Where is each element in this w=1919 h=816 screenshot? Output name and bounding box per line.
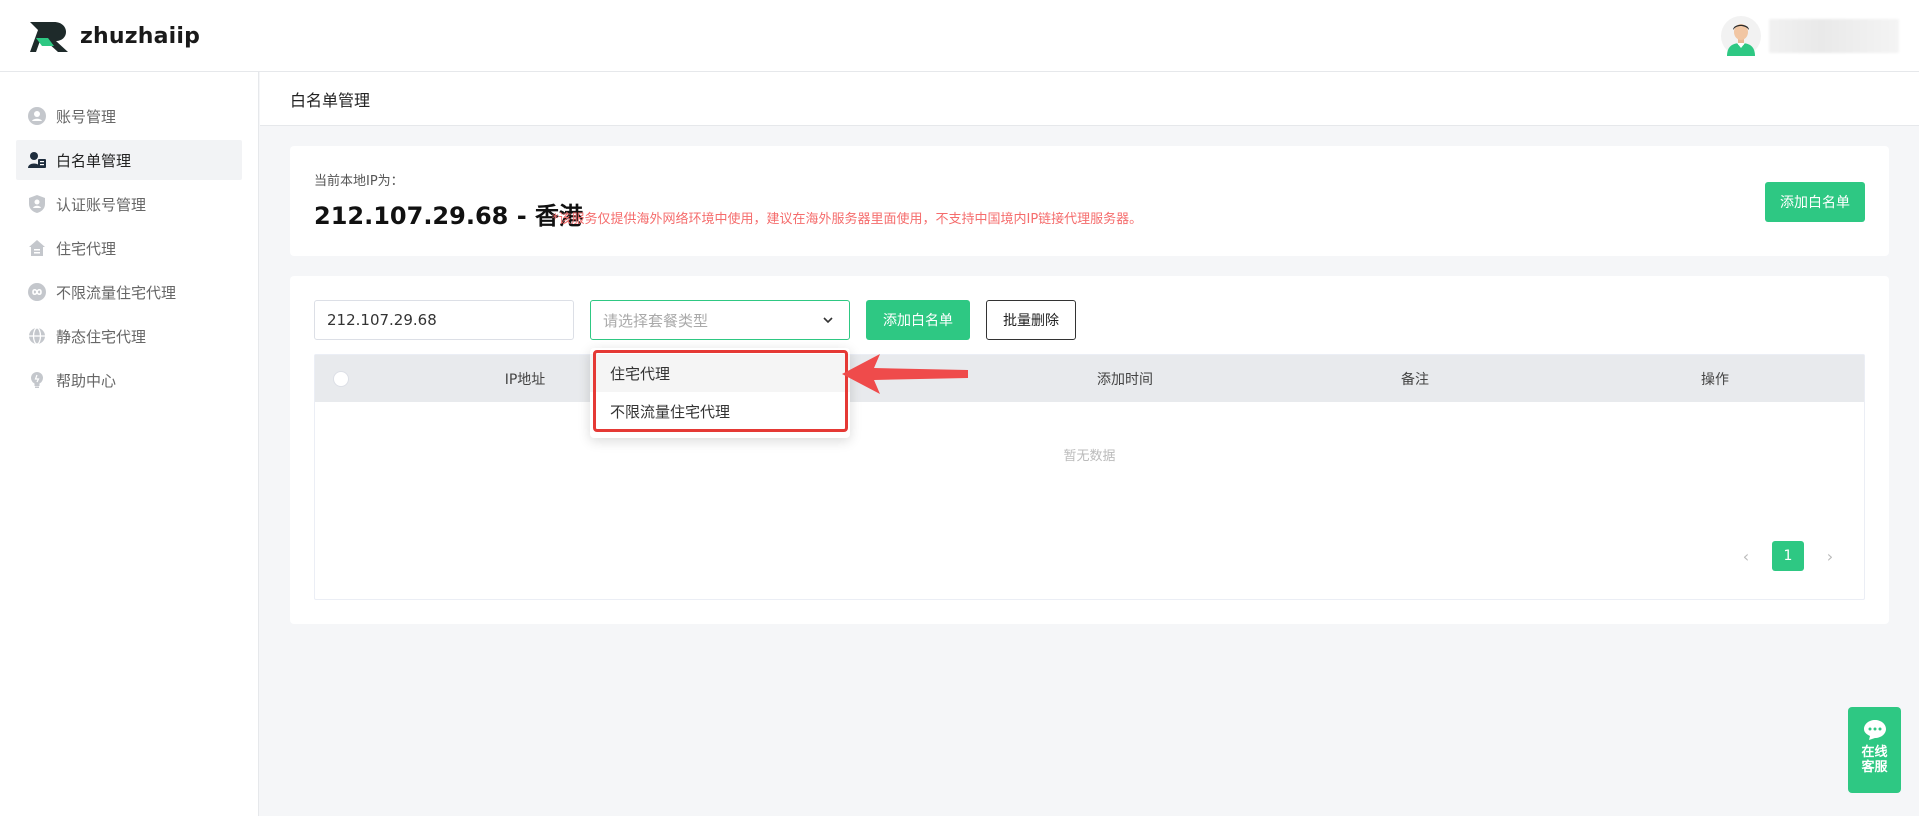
whitelist-table: IP地址 添加时间 备注 操作 暂无数据 ‹ 1 ›	[314, 354, 1865, 600]
brand-logo[interactable]: zhuzhaiip	[28, 18, 200, 54]
sidebar-item-auth-account[interactable]: 认证账号管理	[16, 184, 242, 224]
user-menu[interactable]	[1721, 16, 1899, 56]
select-all-checkbox[interactable]	[333, 371, 349, 387]
bulb-icon	[28, 371, 46, 389]
next-page-button[interactable]: ›	[1820, 541, 1840, 571]
sidebar-item-residential-proxy[interactable]: 住宅代理	[16, 228, 242, 268]
chat-icon	[1863, 720, 1886, 740]
top-header: zhuzhaiip	[0, 0, 1919, 72]
house-icon	[28, 239, 46, 257]
online-service-label: 在线客服	[1861, 745, 1888, 775]
ip-warning-text: *该服务仅提供海外网络环境中使用，建议在海外服务器里面使用，不支持中国境内IP链…	[552, 212, 1143, 227]
ip-input[interactable]	[314, 300, 574, 340]
user-list-icon	[28, 151, 46, 169]
sidebar: 账号管理 白名单管理 认证账号管理 住宅代理 不限流量住宅代理 静态住宅代理 帮…	[0, 72, 259, 816]
column-header-remark: 备注	[1401, 371, 1429, 388]
local-ip-label: 当前本地IP为：	[314, 174, 404, 189]
sidebar-item-label: 认证账号管理	[56, 195, 147, 214]
sidebar-item-account[interactable]: 账号管理	[16, 96, 242, 136]
pagination: ‹ 1 ›	[1736, 541, 1840, 571]
package-type-dropdown: 住宅代理 不限流量住宅代理	[590, 348, 850, 438]
sidebar-item-static-proxy[interactable]: 静态住宅代理	[16, 316, 242, 356]
brand-name: zhuzhaiip	[80, 23, 201, 49]
select-placeholder: 请选择套餐类型	[603, 311, 709, 330]
batch-delete-button[interactable]: 批量删除	[986, 300, 1076, 340]
infinity-icon	[28, 283, 46, 301]
local-ip-value: 212.107.29.68 - 香港	[314, 202, 584, 230]
avatar[interactable]	[1721, 16, 1761, 56]
column-header-actions: 操作	[1701, 371, 1729, 388]
username-blurred	[1769, 19, 1899, 53]
dropdown-option-unlimited[interactable]: 不限流量住宅代理	[590, 392, 850, 430]
dropdown-option-residential[interactable]: 住宅代理	[590, 354, 850, 392]
logo-icon	[30, 22, 68, 52]
sidebar-item-label: 账号管理	[56, 107, 117, 126]
shield-user-icon	[28, 195, 46, 213]
empty-state: 暂无数据	[1063, 449, 1116, 464]
sidebar-item-label: 静态住宅代理	[56, 327, 147, 346]
page-title: 白名单管理	[260, 72, 1919, 126]
sidebar-item-help[interactable]: 帮助中心	[16, 360, 242, 400]
sidebar-item-label: 住宅代理	[56, 239, 117, 258]
sidebar-item-label: 白名单管理	[56, 151, 132, 170]
table-header: IP地址 添加时间 备注 操作	[315, 355, 1864, 402]
online-service-button[interactable]: 在线客服	[1848, 707, 1901, 793]
whitelist-card: 请选择套餐类型 添加白名单 批量删除 IP地址 添加时间 备注 操作 暂无数据 …	[290, 276, 1889, 624]
package-type-select[interactable]: 请选择套餐类型	[590, 300, 850, 340]
sidebar-item-whitelist[interactable]: 白名单管理	[16, 140, 242, 180]
main-content: 白名单管理 当前本地IP为： 212.107.29.68 - 香港 *该服务仅提…	[260, 72, 1919, 816]
chevron-down-icon	[823, 317, 833, 324]
sidebar-item-label: 帮助中心	[56, 371, 117, 390]
add-whitelist-button[interactable]: 添加白名单	[866, 300, 970, 340]
user-icon	[28, 107, 46, 125]
column-header-added-time: 添加时间	[1097, 371, 1153, 388]
annotation-arrow-icon	[842, 354, 968, 394]
prev-page-button[interactable]: ‹	[1736, 541, 1756, 571]
sidebar-item-label: 不限流量住宅代理	[56, 283, 177, 302]
sidebar-item-unlimited-proxy[interactable]: 不限流量住宅代理	[16, 272, 242, 312]
globe-icon	[28, 327, 46, 345]
page-number-button[interactable]: 1	[1772, 541, 1804, 571]
local-ip-card: 当前本地IP为： 212.107.29.68 - 香港 *该服务仅提供海外网络环…	[290, 146, 1889, 256]
add-whitelist-button-top[interactable]: 添加白名单	[1765, 182, 1865, 222]
